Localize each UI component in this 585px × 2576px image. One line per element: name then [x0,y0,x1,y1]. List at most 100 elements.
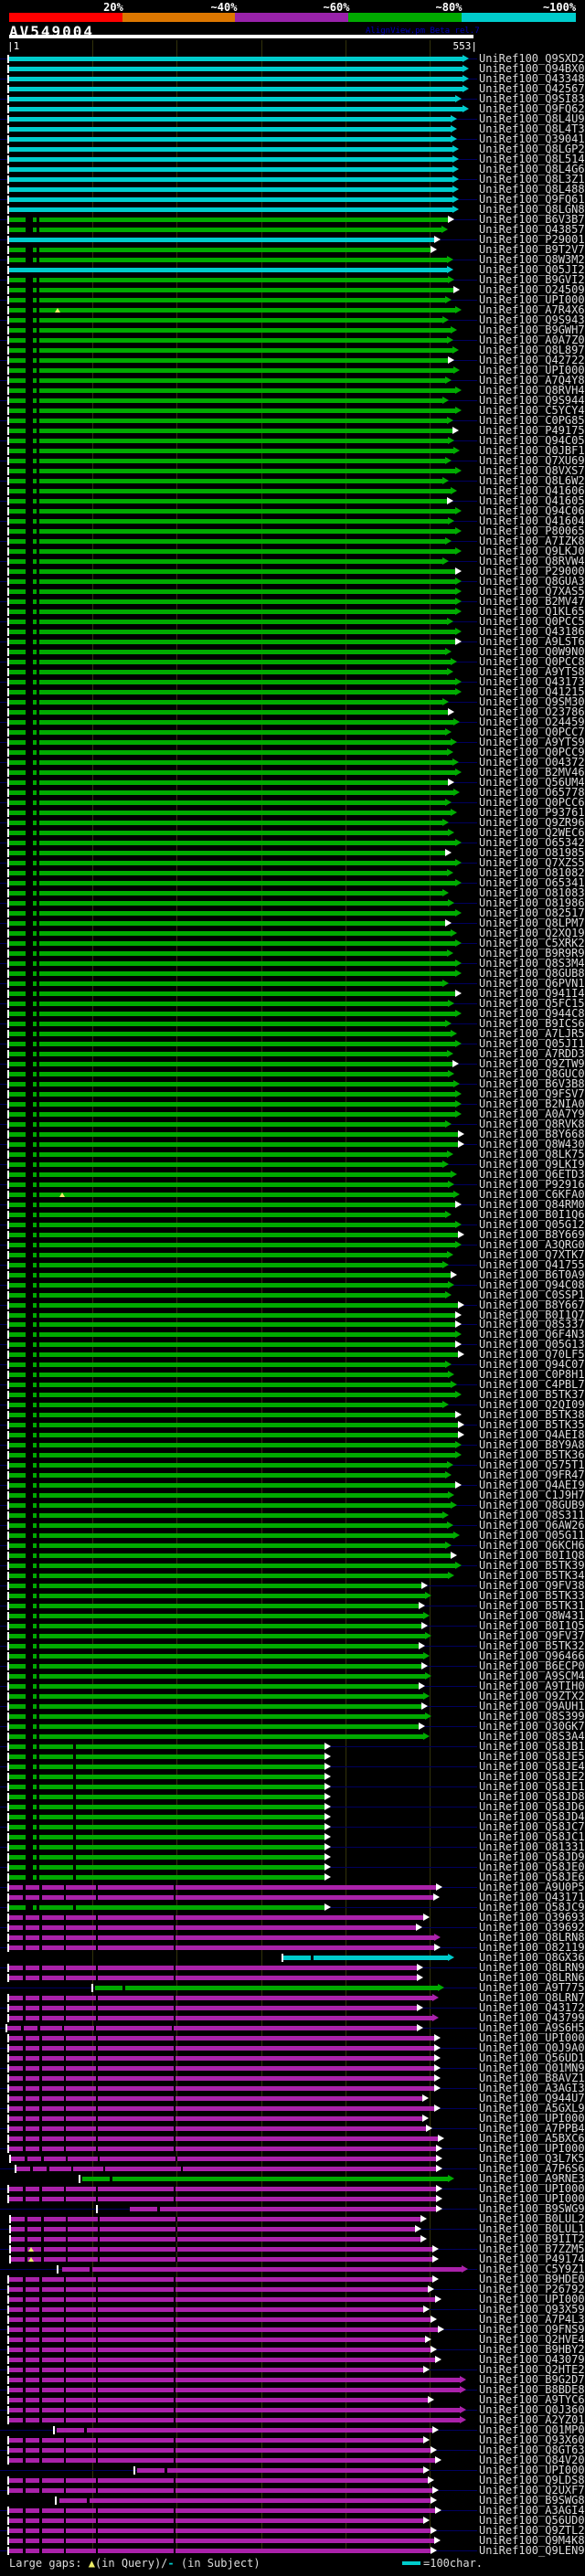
hit-bar[interactable] [9,439,448,443]
hit-bar[interactable] [9,1322,455,1327]
hit-bar[interactable] [16,2167,436,2171]
hit-bar[interactable] [9,2076,434,2081]
hit-bar[interactable] [9,640,455,644]
hit-bar[interactable] [9,1805,324,1809]
hit-bar[interactable] [9,429,452,433]
hit-bar[interactable] [9,881,455,885]
hit-bar[interactable] [9,1724,419,1729]
hit-bar[interactable] [9,1283,448,1288]
hit-bar[interactable] [9,1634,425,1638]
hit-bar[interactable] [9,1122,445,1127]
hit-bar[interactable] [9,1182,448,1187]
hit-bar[interactable] [11,2237,420,2242]
hit-bar[interactable] [9,1825,324,1829]
hit-bar[interactable] [9,1845,324,1850]
hit-bar[interactable] [9,1162,442,1167]
hit-bar[interactable] [9,1443,455,1447]
hit-bar[interactable] [82,2177,448,2181]
hit-bar[interactable] [9,1233,458,1237]
hit-bar[interactable] [9,2317,431,2322]
hit-bar[interactable] [9,599,455,604]
hit-bar[interactable] [9,2478,428,2483]
hit-bar[interactable] [9,1423,458,1427]
hit-bar[interactable] [9,1172,451,1177]
hit-bar[interactable] [9,1734,423,1739]
hit-bar[interactable] [9,1193,453,1197]
hit-bar[interactable] [9,730,445,735]
hit-bar[interactable] [9,539,445,544]
hit-bar[interactable] [9,2106,434,2111]
hit-bar[interactable] [9,2036,434,2041]
hit-bar[interactable] [9,1976,417,1980]
hit-bar[interactable] [9,841,455,845]
hit-bar[interactable] [9,2508,435,2513]
hit-bar[interactable] [9,1674,425,1679]
hit-bar[interactable] [9,1604,419,1608]
hit-bar[interactable] [9,931,451,936]
hit-bar[interactable] [9,2277,432,2282]
hit-bar[interactable] [9,871,447,875]
hit-bar[interactable] [9,519,448,524]
hit-bar[interactable] [9,1925,416,1930]
hit-bar[interactable] [9,2056,434,2061]
hit-bar[interactable] [9,1564,455,1568]
hit-bar[interactable] [9,630,455,634]
hit-bar[interactable] [9,589,455,594]
hit-bar[interactable] [9,1223,455,1227]
hit-bar[interactable] [9,449,453,453]
hit-bar[interactable] [9,941,455,946]
hit-bar[interactable] [9,157,452,162]
hit-bar[interactable] [9,1483,455,1488]
hit-bar[interactable] [9,87,463,91]
hit-bar[interactable] [9,499,447,504]
hit-bar[interactable] [9,1553,451,1558]
hit-bar[interactable] [9,1132,458,1137]
hit-bar[interactable] [9,831,448,835]
hit-bar[interactable] [9,981,442,986]
hit-bar[interactable] [9,1594,425,1598]
hit-bar[interactable] [9,710,448,715]
hit-bar[interactable] [9,1875,324,1880]
hit-bar[interactable] [9,1203,455,1207]
hit-bar[interactable] [9,1332,455,1337]
hit-bar[interactable] [9,2408,460,2412]
hit-bar[interactable] [9,1373,448,1377]
hit-bar[interactable] [9,1303,458,1308]
hit-bar[interactable] [137,2468,423,2473]
hit-bar[interactable] [9,1694,423,1699]
hit-bar[interactable] [9,821,442,825]
hit-bar[interactable] [9,2388,460,2392]
hit-bar[interactable] [9,1403,442,1407]
hit-bar[interactable] [9,187,452,192]
hit-bar[interactable] [9,1865,324,1870]
hit-bar[interactable] [9,1775,324,1779]
hit-bar[interactable] [9,911,455,916]
hit-bar[interactable] [9,308,455,313]
hit-bar[interactable] [9,459,445,463]
hit-bar[interactable] [9,2116,422,2121]
hit-bar[interactable] [9,117,451,122]
hit-bar[interactable] [9,1744,324,1749]
hit-bar[interactable] [9,1352,458,1357]
hit-bar[interactable] [9,670,447,674]
hit-bar[interactable] [9,1012,455,1016]
hit-bar[interactable] [9,358,448,363]
hit-bar[interactable] [9,137,451,142]
hit-bar[interactable] [9,2438,423,2443]
hit-bar[interactable] [9,1342,455,1347]
hit-bar[interactable] [9,2006,417,2010]
hit-bar[interactable] [9,1905,324,1910]
hit-bar[interactable] [9,971,455,976]
hit-bar[interactable] [9,650,445,654]
hit-bar[interactable] [9,1714,425,1719]
hit-bar[interactable] [9,1142,458,1147]
hit-bar[interactable] [9,1533,453,1538]
hit-bar[interactable] [9,1243,455,1247]
hit-bar[interactable] [9,388,455,393]
hit-bar[interactable] [9,1072,448,1076]
hit-bar[interactable] [9,1503,451,1508]
hit-bar[interactable] [9,1253,447,1257]
hit-bar[interactable] [9,700,442,705]
hit-bar[interactable] [9,620,447,624]
hit-bar[interactable] [9,378,445,383]
